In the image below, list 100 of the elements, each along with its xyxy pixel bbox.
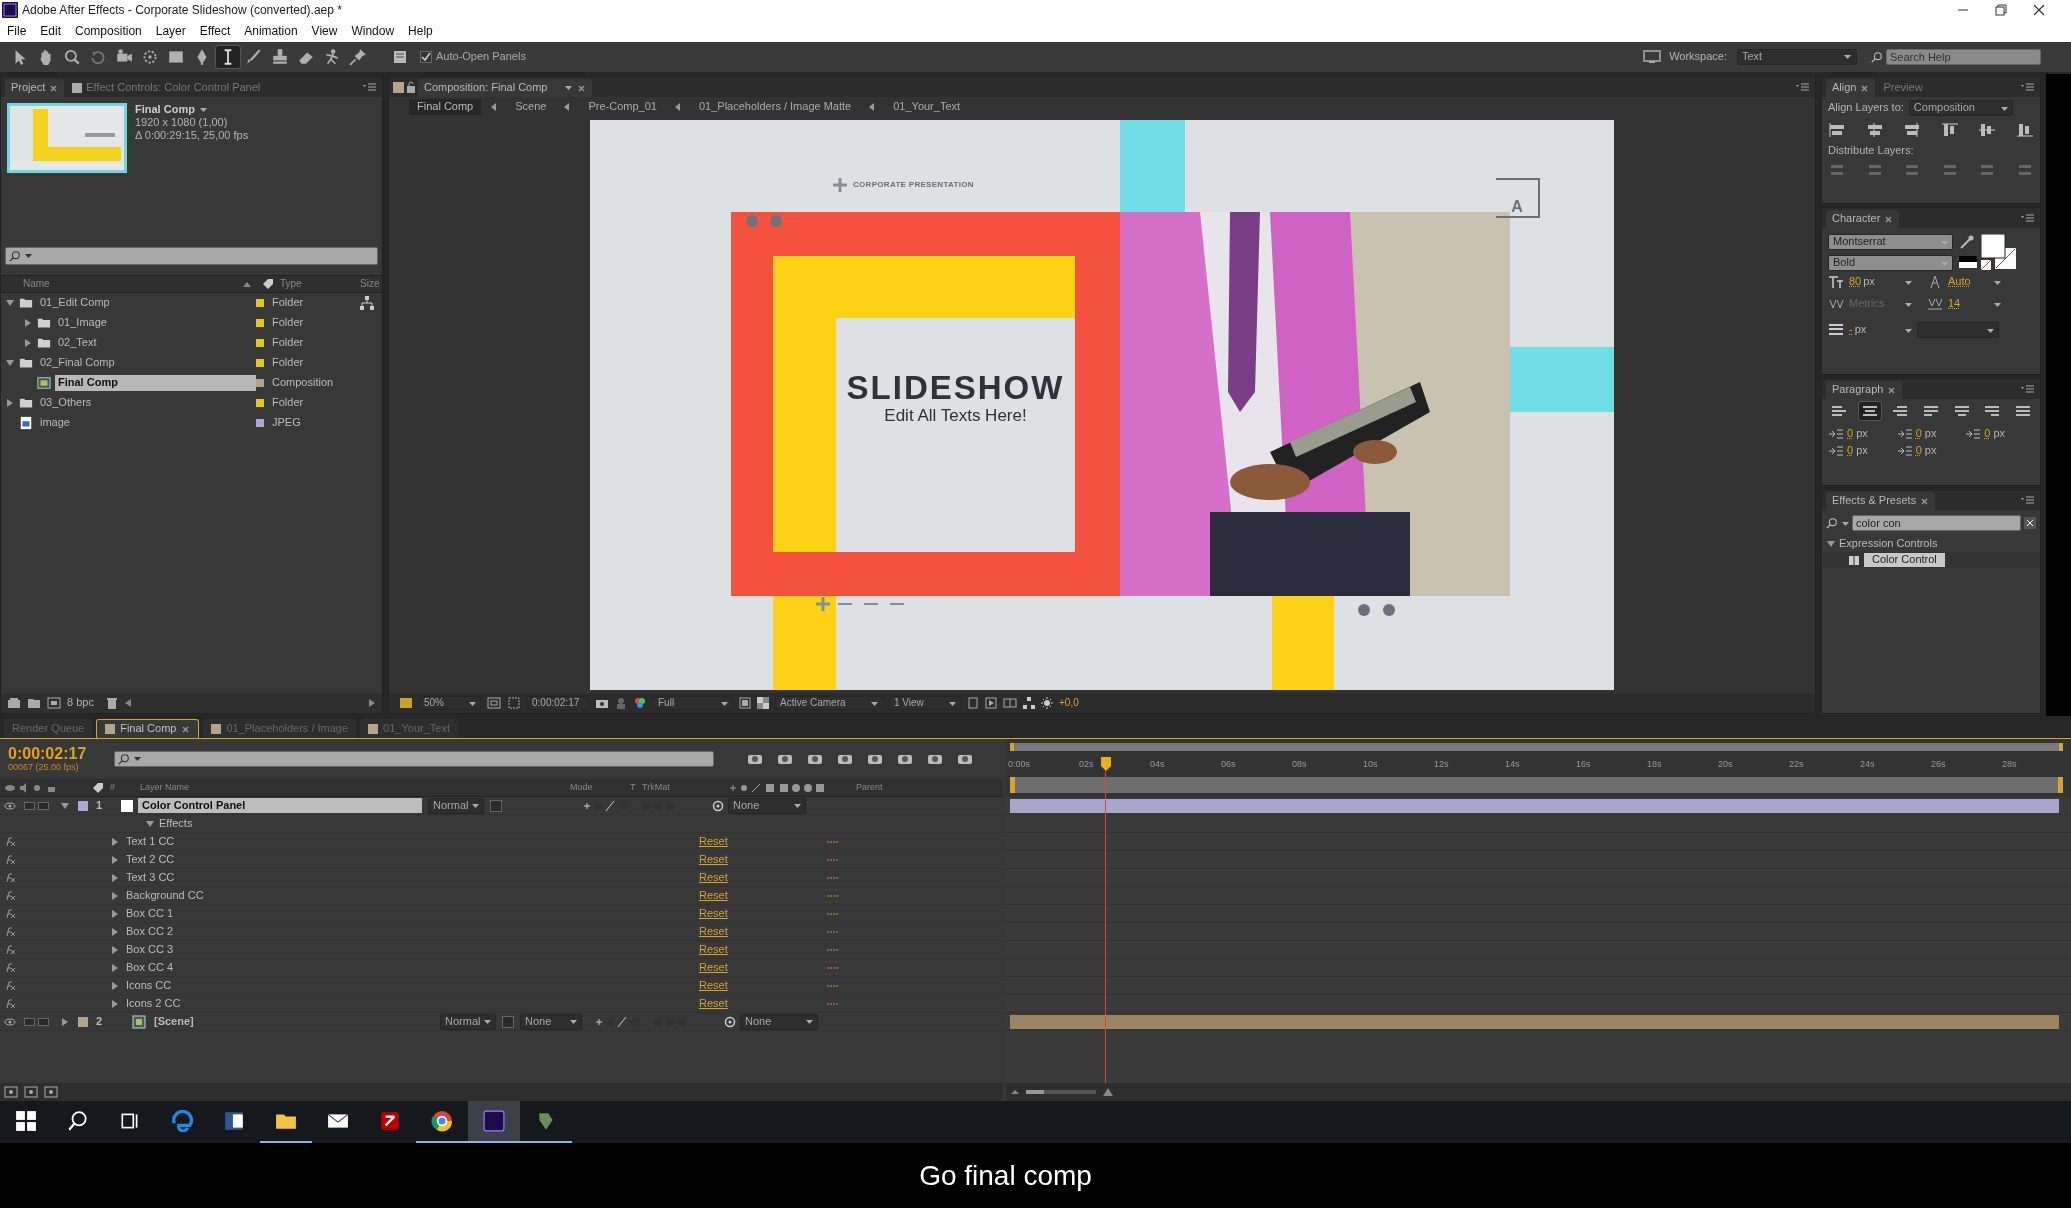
reset-link[interactable]: Reset bbox=[699, 834, 728, 849]
time-ruler-label: 28s bbox=[2002, 759, 2017, 770]
effect-name[interactable]: Color Control bbox=[1864, 553, 1945, 567]
time-ruler-label: 02s bbox=[1079, 759, 1094, 770]
effect-name: Background CC bbox=[126, 888, 205, 903]
indent-value[interactable]: 0 bbox=[1915, 427, 1922, 441]
item-type: Folder bbox=[272, 296, 304, 310]
timecode-field[interactable]: 0:00:02:17 bbox=[527, 696, 589, 710]
leading-value[interactable]: Auto bbox=[1948, 275, 1988, 289]
column-header: Type bbox=[280, 278, 303, 290]
time-ruler-label: 12s bbox=[1434, 759, 1449, 770]
reset-link[interactable]: Reset bbox=[699, 960, 728, 975]
item-name[interactable]: 02_Final Comp bbox=[37, 355, 118, 371]
track-matte-dropdown[interactable]: None bbox=[520, 1013, 582, 1030]
unit-label: px bbox=[1924, 444, 1937, 458]
menu-item[interactable]: Effect bbox=[192, 23, 238, 39]
blend-mode-dropdown[interactable]: Normal bbox=[440, 1013, 496, 1030]
layer-name[interactable]: [Scene] bbox=[150, 1014, 434, 1029]
breadcrumb-link[interactable]: 01_Placeholders / Image Matte bbox=[690, 99, 860, 115]
panel-tab[interactable]: Character bbox=[1826, 210, 1900, 228]
checkbox-label: Auto-Open Panels bbox=[436, 50, 526, 64]
item-name[interactable]: Final Comp bbox=[55, 375, 256, 391]
column-header: # bbox=[110, 782, 116, 793]
indent-value[interactable]: 0 bbox=[1847, 444, 1854, 458]
item-type: Composition bbox=[272, 376, 334, 390]
camera-dropdown[interactable]: Active Camera bbox=[775, 696, 883, 710]
breadcrumb-link[interactable]: Pre-Comp_01 bbox=[580, 99, 665, 115]
column-header: Size bbox=[360, 278, 380, 290]
effect-name: Text 2 CC bbox=[126, 852, 176, 867]
layer-name[interactable]: Color Control Panel bbox=[138, 798, 422, 813]
current-timecode[interactable]: 0:00:02:17 bbox=[8, 745, 87, 762]
effect-name: Box CC 3 bbox=[126, 942, 175, 957]
subtitle-caption: Go final comp bbox=[919, 1158, 1092, 1193]
item-name[interactable]: 02_Text bbox=[55, 335, 100, 351]
item-name[interactable]: 01_Image bbox=[55, 315, 110, 331]
menu-item[interactable]: View bbox=[304, 23, 345, 39]
time-ruler-label: 06s bbox=[1221, 759, 1236, 770]
align-to-dropdown[interactable]: Composition bbox=[1908, 100, 2013, 116]
time-ruler-label: 10s bbox=[1363, 759, 1378, 770]
timeline-tab[interactable]: Final Comp bbox=[96, 719, 200, 738]
parent-dropdown[interactable]: None bbox=[740, 1013, 818, 1030]
panel-tab[interactable]: Align bbox=[1826, 79, 1876, 97]
reset-link[interactable]: Reset bbox=[699, 924, 728, 939]
item-type: Folder bbox=[272, 396, 304, 410]
time-ruler-label: 18s bbox=[1647, 759, 1662, 770]
parent-dropdown[interactable]: None bbox=[728, 797, 806, 814]
effect-name: Box CC 2 bbox=[126, 924, 175, 939]
reset-link[interactable]: Reset bbox=[699, 888, 728, 903]
blend-mode-dropdown[interactable]: Normal bbox=[428, 797, 484, 814]
breadcrumb-link[interactable]: 01_Your_Text bbox=[885, 99, 969, 115]
breadcrumb-link[interactable]: Scene bbox=[507, 99, 555, 115]
reset-link[interactable]: Reset bbox=[699, 996, 728, 1011]
resolution-dropdown[interactable]: Full bbox=[653, 696, 733, 710]
menu-item[interactable]: Layer bbox=[148, 23, 193, 39]
workspace-label: Workspace: bbox=[1669, 50, 1727, 64]
workspace-dropdown[interactable]: Text bbox=[1737, 49, 1857, 65]
menu-item[interactable]: Animation bbox=[237, 23, 305, 39]
time-ruler-label: 0:00s bbox=[1008, 759, 1031, 770]
panel-tab[interactable]: Project bbox=[5, 79, 65, 97]
item-name[interactable]: image bbox=[37, 415, 73, 431]
menu-item[interactable]: Edit bbox=[33, 23, 69, 39]
item-type: Folder bbox=[272, 356, 304, 370]
indent-value[interactable]: 0 bbox=[1984, 427, 1991, 441]
menu-item[interactable]: Help bbox=[401, 23, 440, 39]
search-field[interactable]: Search Help bbox=[1886, 49, 2041, 65]
font-size-value[interactable]: 80 bbox=[1849, 275, 1862, 289]
font-style-dropdown[interactable]: Bold bbox=[1828, 255, 1953, 271]
menu-item[interactable]: Window bbox=[344, 23, 402, 39]
item-type: JPEG bbox=[272, 416, 301, 430]
reset-link[interactable]: Reset bbox=[699, 870, 728, 885]
indent-value[interactable]: 0 bbox=[1847, 427, 1854, 441]
panel-tab[interactable]: Composition: Final Comp bbox=[418, 79, 592, 97]
indent-value[interactable]: 0 bbox=[1915, 444, 1922, 458]
breadcrumb-link[interactable]: Final Comp bbox=[409, 99, 482, 115]
tracking-value[interactable]: 14 bbox=[1948, 297, 1988, 311]
view-layout-dropdown[interactable]: 1 View bbox=[889, 696, 961, 710]
reset-link[interactable]: Reset bbox=[699, 942, 728, 957]
panel-tab[interactable]: Paragraph bbox=[1826, 381, 1903, 399]
exposure-value[interactable]: +0,0 bbox=[1059, 697, 1079, 709]
unit-label: px bbox=[1856, 444, 1868, 458]
panel-tab[interactable]: Effect Controls: Color Control Panel bbox=[66, 79, 267, 97]
panel-tab[interactable]: Effects & Presets bbox=[1826, 492, 1936, 510]
item-name[interactable]: 03_Others bbox=[37, 395, 95, 411]
reset-link[interactable]: Reset bbox=[699, 978, 728, 993]
effect-name: Icons CC bbox=[126, 978, 173, 993]
reset-link[interactable]: Reset bbox=[699, 906, 728, 921]
align-to-label: Align Layers to: bbox=[1828, 101, 1904, 115]
stroke-width-value[interactable]: - bbox=[1849, 323, 1853, 337]
search-field[interactable]: color con bbox=[1852, 515, 2021, 531]
item-name[interactable]: 01_Edit Comp bbox=[37, 295, 113, 311]
time-ruler-label: 20s bbox=[1718, 759, 1733, 770]
reset-link[interactable]: Reset bbox=[699, 852, 728, 867]
font-family-dropdown[interactable]: Montserrat bbox=[1828, 234, 1953, 250]
bit-depth-button[interactable]: 8 bpc bbox=[67, 696, 94, 710]
magnification-dropdown[interactable]: 50% bbox=[419, 696, 481, 710]
menu-item[interactable]: File bbox=[0, 23, 34, 39]
menu-item[interactable]: Composition bbox=[68, 23, 149, 39]
group-name[interactable]: Expression Controls bbox=[1839, 537, 1938, 551]
slide-subtitle: Edit All Texts Here! bbox=[884, 406, 1027, 427]
panel-tab[interactable]: Preview bbox=[1877, 79, 1929, 97]
